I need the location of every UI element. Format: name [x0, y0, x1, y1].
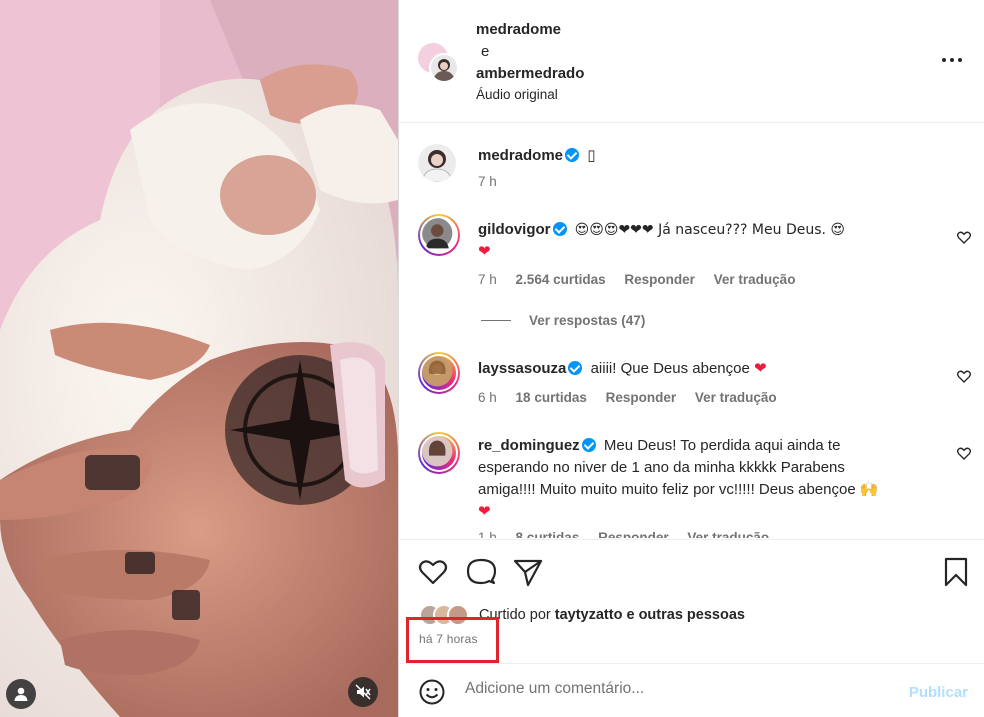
publish-button[interactable]: Publicar [909, 684, 968, 701]
header-conjunction: e [481, 43, 490, 60]
avatar-caption[interactable] [418, 144, 456, 182]
comment-bubble-icon[interactable] [465, 556, 497, 588]
avatar-photo [420, 354, 458, 392]
header-username-1[interactable]: medradome [476, 21, 561, 38]
comment-likes[interactable]: 18 curtidas [516, 390, 587, 405]
user-icon [14, 687, 28, 701]
replies-line [481, 320, 511, 321]
verified-badge-icon [568, 361, 583, 375]
avatar-ambermedrado[interactable] [429, 53, 459, 83]
caption-time: 7 h [478, 174, 497, 189]
share-paper-plane-icon[interactable] [512, 556, 544, 588]
caption-text: ▯ [587, 147, 596, 164]
comment-composer: Publicar [399, 664, 984, 717]
post-header: medradome e ambermedrado Áudio original [399, 0, 984, 123]
user-tag-button[interactable] [6, 679, 36, 709]
comment-time: 6 h [478, 390, 497, 405]
view-replies-button[interactable]: Ver respostas (47) [529, 313, 645, 328]
caption: medradome ▯ 7 h [399, 140, 984, 200]
audio-label[interactable]: Áudio original [476, 87, 558, 102]
more-horizontal-icon[interactable] [940, 52, 964, 68]
translate-button[interactable]: Ver tradução [714, 272, 796, 287]
comment-likes[interactable]: 8 curtidas [516, 530, 580, 538]
translate-button[interactable]: Ver tradução [687, 530, 769, 538]
verified-badge-icon [581, 438, 596, 452]
like-heart-icon[interactable] [417, 556, 449, 588]
avatar-re-dominguez[interactable] [418, 432, 460, 474]
caption-username[interactable]: medradome [478, 147, 563, 164]
comment-text-line-2: esperando no niver de 1 ano da minha kkk… [478, 459, 845, 476]
comment-username[interactable]: re_dominguez [478, 437, 580, 454]
action-bar: Curtido por taytyzatto e outras pessoas … [399, 539, 984, 664]
avatar-photo [421, 150, 453, 182]
verified-badge-icon [565, 148, 580, 162]
comment-text-line-3: amiga!!!! Muito muito muito feliz por vc… [478, 481, 879, 498]
comment-text-line-1: Meu Deus! To perdida aqui ainda te [603, 437, 841, 454]
reply-button[interactable]: Responder [606, 390, 677, 405]
comment-re-dominguez: re_dominguez Meu Deus! To perdida aqui a… [399, 432, 984, 538]
translate-button[interactable]: Ver tradução [695, 390, 777, 405]
reply-button[interactable]: Responder [624, 272, 695, 287]
comment-text: 😍😍😍❤❤❤ Já nasceu??? Meu Deus. 😍 [574, 222, 845, 238]
avatar-gildovigor[interactable] [418, 214, 460, 256]
emoji-icon[interactable] [419, 679, 445, 705]
comment-gildovigor: gildovigor 😍😍😍❤❤❤ Já nasceu??? Meu Deus.… [399, 210, 984, 330]
save-bookmark-icon[interactable] [940, 556, 972, 588]
header-username-2[interactable]: ambermedrado [476, 65, 584, 82]
reply-button[interactable]: Responder [598, 530, 669, 538]
comment-username[interactable]: gildovigor [478, 221, 551, 238]
avatar-layssasouza[interactable] [418, 352, 460, 394]
comment-text: aiiii! Que Deus abençoe [590, 360, 750, 377]
mute-button[interactable] [348, 677, 378, 707]
liked-user[interactable]: taytyzatto [555, 607, 623, 623]
comment-username[interactable]: layssasouza [478, 360, 566, 377]
video-frame [0, 0, 398, 717]
muted-speaker-icon [355, 684, 371, 700]
avatar-photo [420, 216, 458, 254]
avatar-photo [420, 434, 458, 472]
comment-time: 1 h [478, 530, 497, 538]
liked-suffix[interactable]: e outras pessoas [626, 607, 744, 623]
heart-emoji: ❤ [478, 503, 491, 520]
like-comment-icon[interactable] [956, 445, 972, 461]
like-comment-icon[interactable] [956, 368, 972, 384]
heart-emoji: ❤ [754, 360, 767, 377]
comment-time: 7 h [478, 272, 497, 287]
verified-badge-icon [552, 222, 567, 236]
comment-layssasouza: layssasouza aiiii! Que Deus abençoe ❤ 6 … [399, 352, 984, 422]
like-comment-icon[interactable] [956, 229, 972, 245]
post-media[interactable] [0, 0, 398, 717]
heart-emoji: ❤ [478, 243, 491, 260]
avatar-photo [433, 59, 455, 81]
comment-input[interactable] [465, 680, 865, 698]
highlight-box [406, 617, 499, 663]
comment-likes[interactable]: 2.564 curtidas [516, 272, 606, 287]
post-panel: medradome e ambermedrado Áudio original … [399, 0, 984, 717]
